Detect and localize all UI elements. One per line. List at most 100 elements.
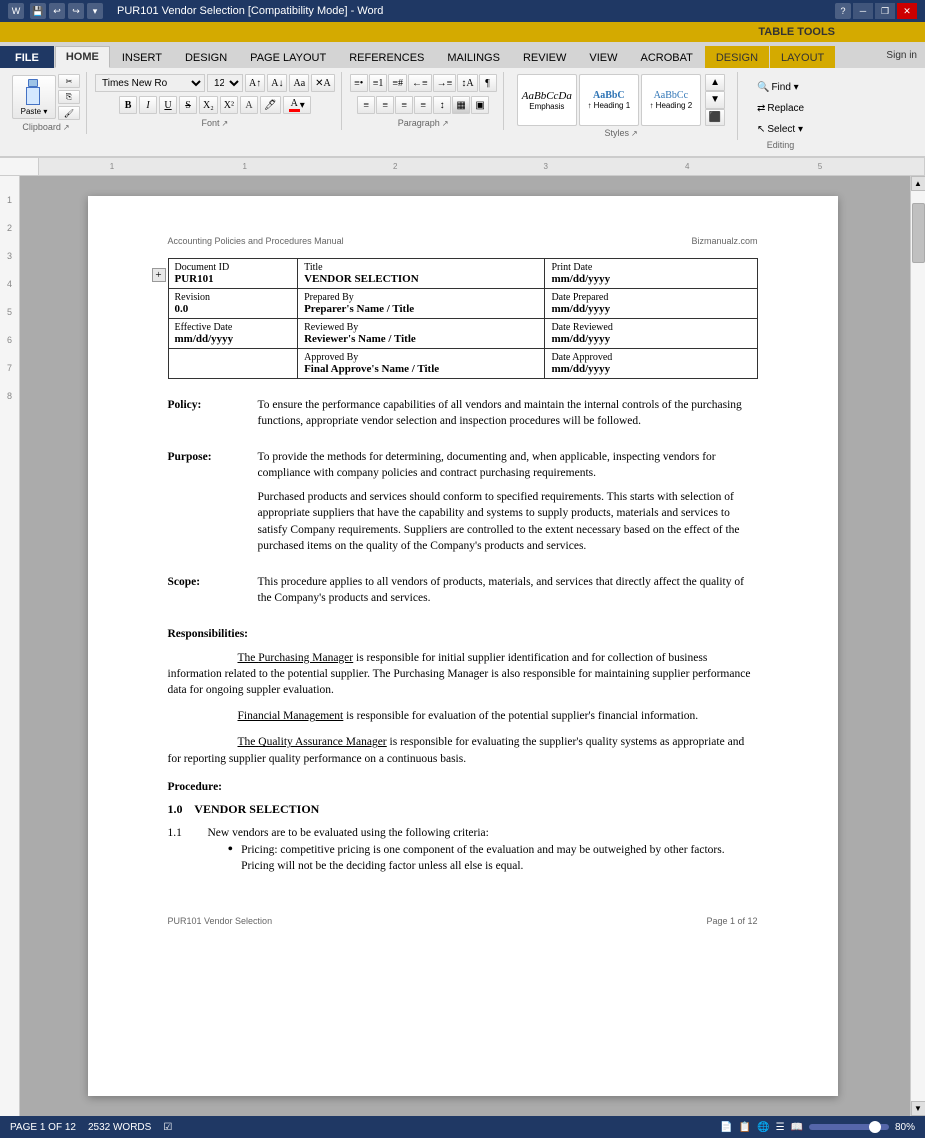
table-row-2: Revision 0.0 Prepared By Preparer's Name… <box>168 289 757 319</box>
scroll-thumb[interactable] <box>912 203 925 263</box>
grow-font-button[interactable]: A↑ <box>245 74 265 92</box>
font-size-select[interactable]: 12 <box>207 74 243 92</box>
replace-button[interactable]: ⇄ Replace <box>752 99 809 117</box>
print-date-cell[interactable]: Print Date mm/dd/yyyy <box>545 259 757 289</box>
approved-by-cell[interactable]: Approved By Final Approve's Name / Title <box>298 349 545 379</box>
title-cell[interactable]: Title VENDOR SELECTION <box>298 259 545 289</box>
clipboard-expand-icon[interactable]: ↗ <box>63 123 70 132</box>
vertical-scrollbar[interactable]: ▲ ▼ <box>910 176 925 1116</box>
minimize-button[interactable]: ─ <box>853 3 873 19</box>
select-button[interactable]: ↖ Select ▾ <box>752 120 808 138</box>
bullets-button[interactable]: ≡• <box>350 74 368 92</box>
paragraph-align-row: ≡ ≡ ≡ ≡ ↕ ▦ ▣ <box>357 96 489 114</box>
align-right-button[interactable]: ≡ <box>395 96 413 114</box>
prepared-by-cell[interactable]: Prepared By Preparer's Name / Title <box>298 289 545 319</box>
find-button[interactable]: 🔍 Find ▾ <box>752 78 804 96</box>
strikethrough-button[interactable]: S <box>179 96 197 114</box>
view-web-icon[interactable]: 🌐 <box>757 1122 769 1133</box>
font-color-button[interactable]: A▾ <box>283 96 311 114</box>
scroll-down-button[interactable]: ▼ <box>911 1101 925 1116</box>
style-heading2[interactable]: AaBbCc ↑ Heading 2 <box>641 74 701 126</box>
styles-expand-button[interactable]: ⬛ <box>705 109 725 126</box>
date-prepared-cell[interactable]: Date Prepared mm/dd/yyyy <box>545 289 757 319</box>
tab-design[interactable]: DESIGN <box>174 46 238 68</box>
zoom-slider[interactable] <box>809 1124 889 1130</box>
view-draft-icon[interactable]: 📄 <box>720 1122 732 1133</box>
proc-1-1-text: New vendors are to be evaluated using th… <box>208 825 758 841</box>
tab-page-layout[interactable]: PAGE LAYOUT <box>239 46 337 68</box>
document-body[interactable]: Policy: To ensure the performance capabi… <box>168 397 758 880</box>
styles-expand-icon[interactable]: ↗ <box>631 129 638 138</box>
italic-button[interactable]: I <box>139 96 157 114</box>
font-expand-icon[interactable]: ↗ <box>222 119 229 128</box>
redo-icon[interactable]: ↪ <box>68 3 84 19</box>
shading-button[interactable]: ▦ <box>452 96 470 114</box>
date-approved-cell[interactable]: Date Approved mm/dd/yyyy <box>545 349 757 379</box>
page-header: Accounting Policies and Procedures Manua… <box>168 236 758 246</box>
line-spacing-button[interactable]: ↕ <box>433 96 451 114</box>
show-marks-button[interactable]: ¶ <box>479 74 497 92</box>
page-footer: PUR101 Vendor Selection Page 1 of 12 <box>168 910 758 926</box>
shrink-font-button[interactable]: A↓ <box>267 74 287 92</box>
format-painter-button[interactable]: 🖌 <box>58 106 80 120</box>
subscript-button[interactable]: X₂ <box>199 96 218 114</box>
align-center-button[interactable]: ≡ <box>376 96 394 114</box>
page-container[interactable]: Accounting Policies and Procedures Manua… <box>20 176 910 1116</box>
borders-button[interactable]: ▣ <box>471 96 489 114</box>
numbering-button[interactable]: ≡1 <box>369 74 388 92</box>
style-emphasis[interactable]: AaBbCcDa Emphasis <box>517 74 577 126</box>
reviewed-by-cell[interactable]: Reviewed By Reviewer's Name / Title <box>298 319 545 349</box>
text-effects-button[interactable]: A <box>240 96 258 114</box>
tab-file[interactable]: FILE <box>0 46 54 68</box>
superscript-button[interactable]: X² <box>220 96 238 114</box>
tab-view[interactable]: VIEW <box>578 46 628 68</box>
cut-button[interactable]: ✂ <box>58 74 80 88</box>
view-read-icon[interactable]: 📖 <box>791 1122 803 1133</box>
resp-item-purchasing: The Purchasing Manager is responsible fo… <box>168 650 758 698</box>
tab-table-design[interactable]: DESIGN <box>705 46 769 68</box>
styles-scroll-up-button[interactable]: ▲ <box>705 74 725 91</box>
policy-label: Policy: <box>168 397 258 437</box>
scroll-track[interactable] <box>911 191 925 1101</box>
underline-button[interactable]: U <box>159 96 177 114</box>
sign-in-link[interactable]: Sign in <box>878 50 925 61</box>
multilevel-list-button[interactable]: ≡# <box>388 74 407 92</box>
restore-button[interactable]: ❐ <box>875 3 895 19</box>
close-button[interactable]: ✕ <box>897 3 917 19</box>
clear-format-button[interactable]: ✕A <box>311 74 335 92</box>
copy-button[interactable]: ⎘ <box>58 90 80 104</box>
font-name-select[interactable]: Times New Ro <box>95 74 205 92</box>
tab-mailings[interactable]: MAILINGS <box>436 46 511 68</box>
paragraph-expand-icon[interactable]: ↗ <box>442 119 449 128</box>
revision-cell[interactable]: Revision 0.0 <box>168 289 298 319</box>
tab-table-layout[interactable]: LAYOUT <box>770 46 835 68</box>
view-print-icon[interactable]: 📋 <box>739 1122 751 1133</box>
style-heading1[interactable]: AaBbC ↑ Heading 1 <box>579 74 639 126</box>
help-icon[interactable]: ? <box>835 3 851 19</box>
effective-date-cell[interactable]: Effective Date mm/dd/yyyy <box>168 319 298 349</box>
tab-acrobat[interactable]: ACROBAT <box>629 46 703 68</box>
increase-indent-button[interactable]: →≡ <box>433 74 457 92</box>
justify-button[interactable]: ≡ <box>414 96 432 114</box>
change-case-button[interactable]: Aa <box>289 74 309 92</box>
doc-id-cell[interactable]: Document ID PUR101 <box>168 259 298 289</box>
scroll-up-button[interactable]: ▲ <box>911 176 925 191</box>
tab-insert[interactable]: INSERT <box>111 46 173 68</box>
tab-references[interactable]: REFERENCES <box>338 46 435 68</box>
customize-icon[interactable]: ▾ <box>87 3 103 19</box>
text-highlight-button[interactable]: 🖊 <box>260 96 281 114</box>
document-page[interactable]: Accounting Policies and Procedures Manua… <box>88 196 838 1096</box>
undo-icon[interactable]: ↩ <box>49 3 65 19</box>
sort-button[interactable]: ↕A <box>457 74 477 92</box>
date-reviewed-cell[interactable]: Date Reviewed mm/dd/yyyy <box>545 319 757 349</box>
tab-home[interactable]: HOME <box>55 46 110 68</box>
decrease-indent-button[interactable]: ←≡ <box>408 74 432 92</box>
styles-scroll-down-button[interactable]: ▼ <box>705 91 725 108</box>
save-icon[interactable]: 💾 <box>30 3 46 19</box>
tab-review[interactable]: REVIEW <box>512 46 577 68</box>
table-add-button[interactable]: + <box>152 268 166 282</box>
align-left-button[interactable]: ≡ <box>357 96 375 114</box>
bold-button[interactable]: B <box>119 96 137 114</box>
paste-button[interactable]: Paste ▾ <box>12 75 56 119</box>
view-outline-icon[interactable]: ☰ <box>776 1122 785 1133</box>
